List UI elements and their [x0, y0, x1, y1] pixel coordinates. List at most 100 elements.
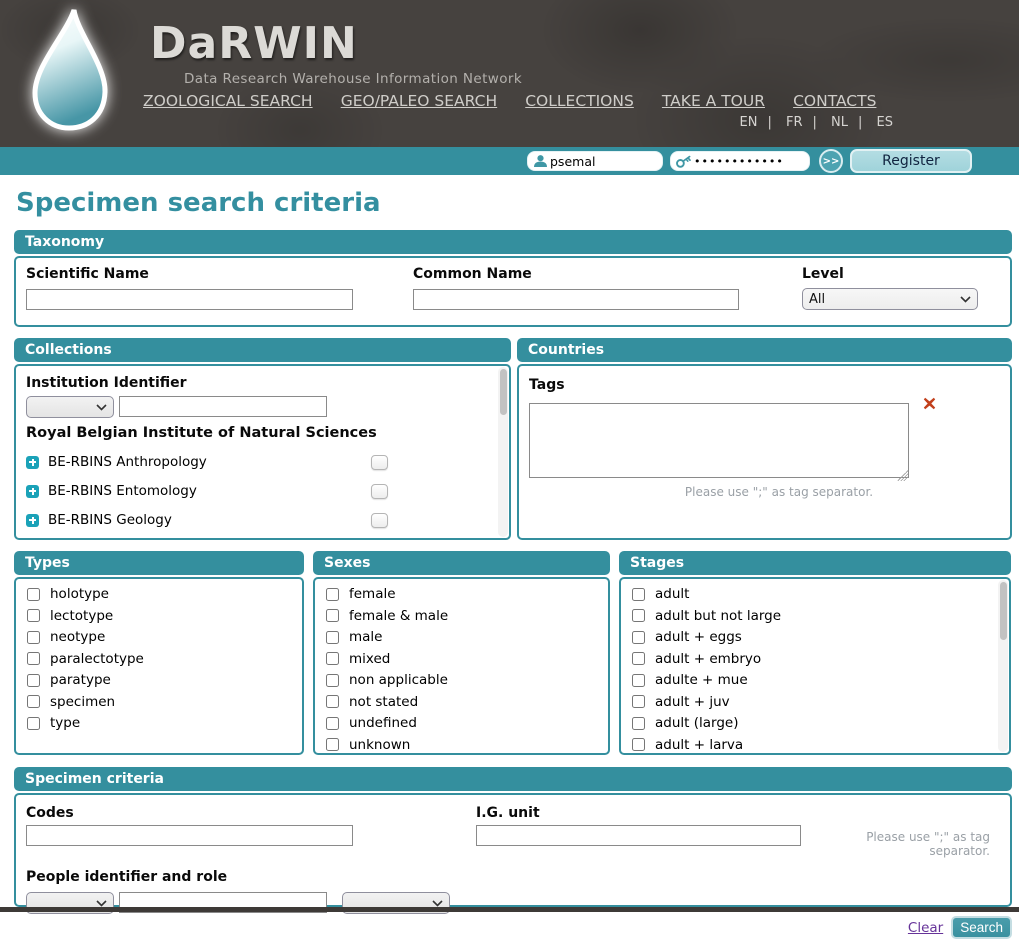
key-icon	[676, 155, 692, 168]
institution-identifier-label: Institution Identifier	[26, 375, 187, 391]
tags-hint: Please use ";" as tag separator.	[529, 485, 909, 499]
expand-plus-icon[interactable]	[26, 456, 39, 469]
stage-checkbox[interactable]	[632, 717, 645, 730]
search-button[interactable]: Search	[951, 916, 1012, 939]
list-item: holotype	[25, 586, 293, 602]
codes-hint: Please use ";" as tag separator.	[856, 802, 1000, 858]
sex-checkbox[interactable]	[326, 609, 339, 622]
register-button[interactable]: Register	[850, 149, 972, 173]
collections-section-header: Collections	[14, 338, 511, 362]
nav-link[interactable]: COLLECTIONS	[525, 92, 634, 110]
language-separator: |	[858, 115, 862, 130]
list-item: unknown	[324, 737, 599, 753]
taxonomy-section: Taxonomy Scientific Name Common Name Lev…	[14, 230, 1012, 327]
list-item: adult + larva	[630, 737, 1000, 753]
scientific-name-input[interactable]	[26, 289, 353, 310]
tags-label: Tags	[529, 377, 565, 393]
expand-plus-icon[interactable]	[26, 514, 39, 527]
chevron-down-icon	[96, 404, 107, 411]
sex-checkbox[interactable]	[326, 738, 339, 751]
stage-checkbox[interactable]	[632, 588, 645, 601]
nav-link[interactable]: GEO/PALEO SEARCH	[341, 92, 497, 110]
clear-link[interactable]: Clear	[908, 920, 943, 936]
list-item: adult + embryo	[630, 651, 1000, 667]
list-item: mixed	[324, 651, 599, 667]
ig-unit-input[interactable]	[476, 825, 801, 846]
water-drop-icon	[22, 4, 118, 136]
list-item: adult (large)	[630, 715, 1000, 731]
stages-section-header: Stages	[619, 551, 1011, 575]
stage-checkbox[interactable]	[632, 674, 645, 687]
language-option[interactable]: EN|	[740, 115, 782, 130]
page-title: Specimen search criteria	[16, 188, 1012, 218]
stages-scrollbar[interactable]	[998, 580, 1008, 752]
sex-checkbox[interactable]	[326, 674, 339, 687]
remove-tags-icon[interactable]	[923, 395, 936, 414]
collection-row: BE-RBINS Entomology	[26, 483, 499, 499]
password-input[interactable]	[694, 155, 799, 168]
country-tags-textarea[interactable]	[529, 403, 909, 478]
language-option[interactable]: FR|	[786, 115, 827, 130]
collection-checkbox[interactable]	[371, 455, 388, 470]
login-submit-button[interactable]: >>	[819, 149, 843, 173]
countries-section: Countries Tags Please use ";" as tag sep…	[517, 338, 1012, 540]
collections-scrollbar[interactable]	[498, 367, 508, 537]
language-switcher: EN| FR| NL| ES|	[740, 115, 894, 130]
level-select[interactable]: All	[802, 288, 978, 310]
language-separator: |	[813, 115, 817, 130]
sex-checkbox[interactable]	[326, 717, 339, 730]
collection-checkbox[interactable]	[371, 513, 388, 528]
collections-section: Collections Institution Identifier Royal…	[14, 338, 511, 540]
app-title: DaRWIN	[150, 18, 522, 69]
app-subtitle: Data Research Warehouse Information Netw…	[184, 71, 522, 87]
sex-checkbox[interactable]	[326, 695, 339, 708]
type-checkbox[interactable]	[27, 674, 40, 687]
list-item: adulte + mue	[630, 672, 1000, 688]
expand-plus-icon[interactable]	[26, 485, 39, 498]
stage-checkbox[interactable]	[632, 652, 645, 665]
sexes-section-header: Sexes	[313, 551, 610, 575]
stage-checkbox[interactable]	[632, 695, 645, 708]
darwin-drop-logo[interactable]	[22, 4, 118, 136]
nav-link[interactable]: CONTACTS	[793, 92, 876, 110]
common-name-input[interactable]	[413, 289, 739, 310]
specimen-criteria-body: Codes I.G. unit Please use ";" as tag se…	[14, 793, 1012, 907]
collection-row: BE-RBINS Geology	[26, 512, 499, 528]
collection-label: BE-RBINS Entomology	[48, 483, 197, 499]
stage-checkbox[interactable]	[632, 609, 645, 622]
password-field-wrap	[670, 151, 810, 171]
institution-code-select[interactable]	[26, 396, 114, 418]
list-item: adult + eggs	[630, 629, 1000, 645]
list-item: type	[25, 715, 293, 731]
institution-name: Royal Belgian Institute of Natural Scien…	[26, 425, 499, 441]
list-item: non applicable	[324, 672, 599, 688]
sex-checkbox[interactable]	[326, 588, 339, 601]
collections-section-body: Institution Identifier Royal Belgian Ins…	[14, 364, 511, 540]
main-nav: ZOOLOGICAL SEARCH GEO/PALEO SEARCH COLLE…	[143, 91, 899, 110]
type-checkbox[interactable]	[27, 652, 40, 665]
type-checkbox[interactable]	[27, 631, 40, 644]
sex-checkbox[interactable]	[326, 631, 339, 644]
nav-link[interactable]: TAKE A TOUR	[662, 92, 765, 110]
sexes-section: Sexes female female & male ma	[313, 551, 610, 755]
list-item: adult but not large	[630, 608, 1000, 624]
type-checkbox[interactable]	[27, 717, 40, 730]
institution-identifier-input[interactable]	[119, 396, 327, 417]
codes-input[interactable]	[26, 825, 353, 846]
collection-checkbox[interactable]	[371, 484, 388, 499]
language-separator: |	[767, 115, 771, 130]
nav-link[interactable]: ZOOLOGICAL SEARCH	[143, 92, 313, 110]
collection-label: BE-RBINS Geology	[48, 512, 172, 528]
type-checkbox[interactable]	[27, 588, 40, 601]
list-item: undefined	[324, 715, 599, 731]
sex-checkbox[interactable]	[326, 652, 339, 665]
countries-section-body: Tags Please use ";" as tag separator.	[517, 364, 1012, 540]
type-checkbox[interactable]	[27, 695, 40, 708]
stage-checkbox[interactable]	[632, 631, 645, 644]
language-option[interactable]: NL|	[831, 115, 872, 130]
username-input[interactable]	[550, 154, 655, 169]
language-option[interactable]: ES|	[877, 115, 893, 130]
ig-unit-label: I.G. unit	[476, 805, 540, 821]
stage-checkbox[interactable]	[632, 738, 645, 751]
type-checkbox[interactable]	[27, 609, 40, 622]
